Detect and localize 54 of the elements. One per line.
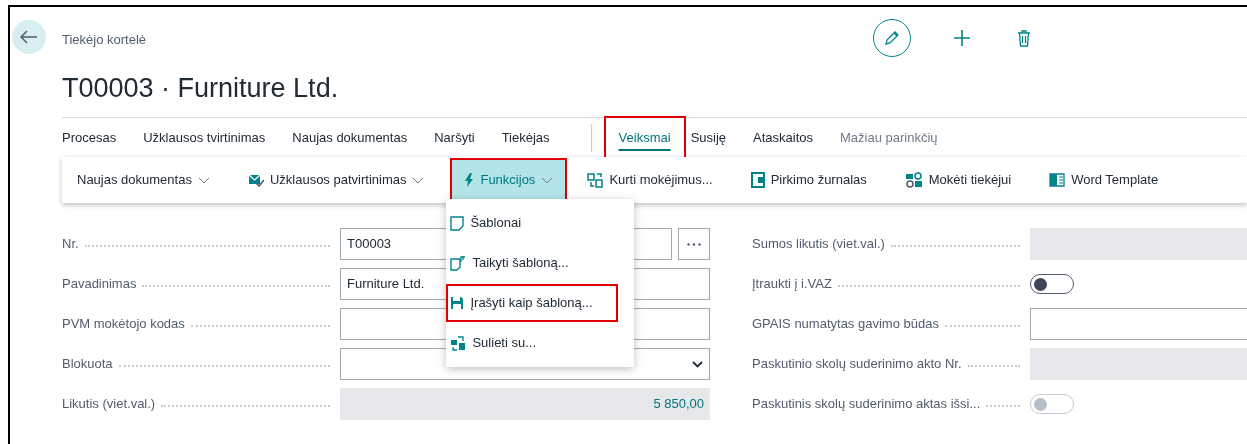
chevron-down-icon — [692, 360, 703, 368]
arrows-icon — [587, 172, 604, 188]
action-button[interactable]: Kurti mokėjimus... — [575, 163, 725, 197]
pencil-icon — [884, 30, 900, 46]
field-label: Sumos likutis (viet.val.) — [752, 235, 885, 254]
less-options-link[interactable]: Mažiau parinkčių — [840, 125, 938, 150]
field-label: Paskutinis skolų suderinimo aktas išsi... — [752, 395, 981, 414]
save-icon — [450, 296, 465, 310]
tab[interactable]: Ataskaitos — [753, 118, 814, 157]
menu-item[interactable]: Šablonai — [446, 208, 522, 238]
lookup-button[interactable] — [678, 228, 710, 260]
page-caption: Tiekėjo kortelė — [62, 31, 148, 49]
action-button[interactable]: Word Template — [1037, 163, 1171, 197]
field-label: Likutis (viet.val.) — [62, 395, 156, 414]
new-button[interactable] — [951, 27, 973, 49]
back-button[interactable] — [12, 20, 46, 54]
field-label: Nr. — [62, 235, 79, 254]
field-label: GPAIS numatytas gavimo būdas — [752, 315, 939, 334]
page-title: T00003 · Furniture Ltd. — [62, 71, 339, 105]
field-label: Įtraukti į i.VAZ — [752, 275, 832, 294]
action-button[interactable]: Naujas dokumentas — [65, 163, 222, 197]
input-field: 5 850,00 — [340, 388, 710, 420]
tab[interactable]: Susiję — [690, 118, 727, 157]
tab[interactable]: Tiekėjas — [501, 118, 550, 157]
envelope-check-icon — [247, 173, 264, 187]
action-button[interactable]: Užklausos patvirtinimas — [235, 163, 437, 197]
action-button[interactable]: Pirkimo žurnalas — [738, 163, 879, 197]
lightning-icon — [464, 173, 475, 187]
menu-item[interactable]: Įrašyti kaip šabloną... — [446, 284, 619, 322]
merge-icon — [450, 335, 467, 351]
input-field[interactable] — [1030, 308, 1247, 340]
apply-template-icon — [450, 255, 467, 271]
tab[interactable]: Užklausos tvirtinimas — [143, 118, 266, 157]
field-label: PVM mokėtojo kodas — [62, 315, 185, 334]
trash-icon — [1017, 29, 1031, 47]
chevron-down-icon — [541, 176, 554, 184]
chevron-down-icon — [197, 176, 210, 184]
back-arrow-icon — [20, 30, 38, 44]
menu-item[interactable]: Sulieti su... — [446, 328, 537, 358]
document-icon — [1049, 173, 1066, 187]
ellipsis-icon — [687, 242, 701, 246]
toggle-switch[interactable] — [1030, 274, 1074, 294]
tab[interactable]: Naujas dokumentas — [292, 118, 408, 157]
tab[interactable]: Procesas — [62, 118, 117, 157]
action-button[interactable]: Mokėti tiekėjui — [892, 163, 1024, 197]
field-label: Paskutinio skolų suderinimo akto Nr. — [752, 355, 962, 374]
action-button[interactable]: Funkcijos — [450, 158, 568, 202]
field-label: Pavadinimas — [62, 275, 137, 294]
field-label: Blokuota — [62, 355, 113, 374]
template-icon — [450, 215, 465, 231]
plus-icon — [953, 29, 971, 47]
journal-icon — [750, 172, 765, 188]
chevron-down-icon — [412, 176, 425, 184]
tab[interactable]: Naršyti — [434, 118, 475, 157]
